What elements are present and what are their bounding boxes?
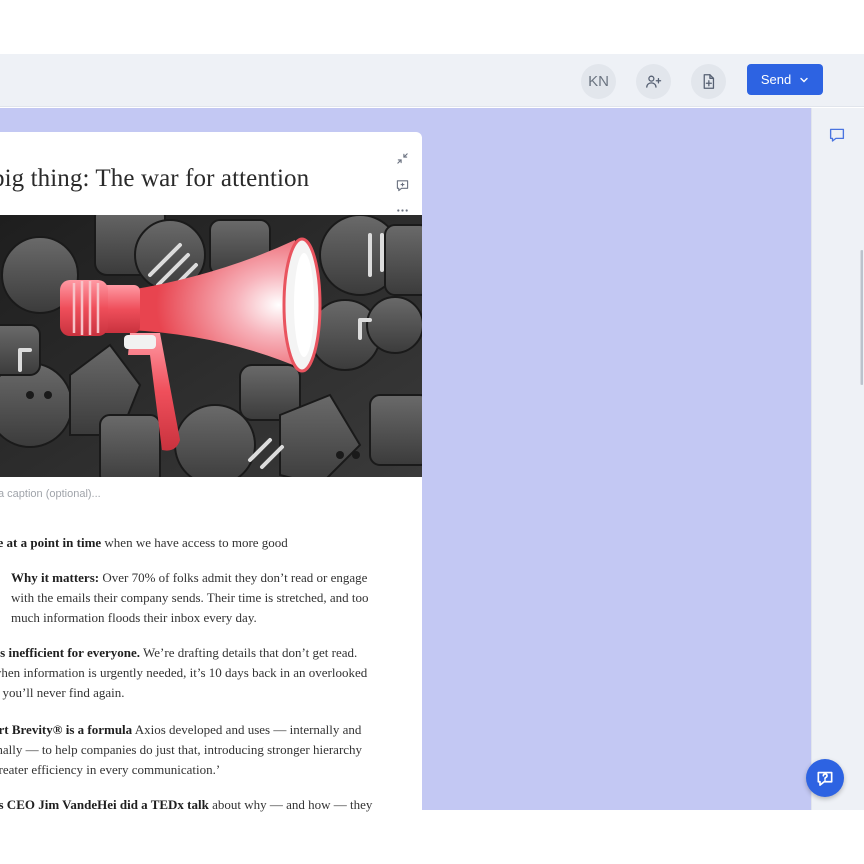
bold-lead: art Brevity® is a formula	[0, 722, 133, 737]
body-text: much information floods their inbox ever…	[11, 610, 257, 625]
collapse-icon	[396, 152, 408, 164]
body-text: We’re drafting details that don’t get re…	[140, 645, 358, 660]
body-text: greater efficiency in every communicatio…	[0, 762, 221, 777]
avatar-initials: KN	[588, 73, 609, 90]
paragraph-line: re at a point in time when we have acces…	[0, 533, 288, 553]
add-doc-icon	[703, 74, 715, 89]
paragraph[interactable]: Why it matters: Over 70% of folks admit …	[11, 568, 369, 628]
add-document-button[interactable]	[691, 64, 726, 99]
help-button[interactable]	[806, 759, 844, 797]
add-comment-icon	[396, 179, 408, 191]
send-label: Send	[760, 72, 792, 87]
body-text: about why — and how — they	[208, 797, 373, 812]
body-text: Axios developed and uses — internally an…	[132, 722, 362, 737]
right-sidebar	[811, 108, 864, 810]
bold-lead: Why it matters:	[11, 570, 100, 585]
paragraph-line: when information is urgently needed, it’…	[0, 663, 367, 683]
user-avatar[interactable]: KN	[581, 64, 616, 99]
body-text: Over 70% of folks admit they don’t read …	[99, 570, 368, 585]
paragraph[interactable]: t’s inefficient for everyone. We’re draf…	[0, 643, 367, 703]
hero-image[interactable]	[0, 215, 422, 477]
bold-lead: t’s inefficient for everyone.	[0, 645, 141, 660]
body-text: when we have access to more good	[101, 535, 288, 550]
bold-lead: os CEO Jim VandeHei did a TEDx talk	[0, 797, 209, 812]
paragraph[interactable]: os CEO Jim VandeHei did a TEDx talk abou…	[0, 795, 372, 815]
document-title[interactable]: big thing: The war for attention	[0, 165, 309, 193]
paragraph-line: Why it matters: Over 70% of folks admit …	[11, 568, 369, 588]
body-text: il you’ll never find again.	[0, 685, 125, 700]
add-user-icon	[646, 75, 662, 88]
top-toolbar: KN	[0, 54, 864, 107]
comment-icon[interactable]	[828, 126, 846, 144]
paragraph-line: il you’ll never find again.	[0, 683, 367, 703]
add-comment-button[interactable]	[392, 177, 412, 193]
body-text: rnally — to help companies do just that,…	[0, 742, 363, 757]
paragraph-line: os CEO Jim VandeHei did a TEDx talk abou…	[0, 795, 372, 815]
bold-lead: re at a point in time	[0, 535, 102, 550]
collapse-button[interactable]	[392, 150, 412, 166]
scrollbar-thumb[interactable]	[861, 250, 863, 385]
body-text: when information is urgently needed, it’…	[0, 665, 368, 680]
paragraph-line: t’s inefficient for everyone. We’re draf…	[0, 643, 367, 663]
paragraph-line: art Brevity® is a formula Axios develope…	[0, 720, 362, 740]
paragraph-line: rnally — to help companies do just that,…	[0, 740, 362, 760]
add-user-button[interactable]	[636, 64, 671, 99]
paragraph-line: with the emails their company sends. The…	[11, 588, 369, 608]
body-text: with the emails their company sends. The…	[11, 590, 369, 605]
paragraph-line: much information floods their inbox ever…	[11, 608, 369, 628]
paragraph-line: greater efficiency in every communicatio…	[0, 760, 362, 780]
paragraph[interactable]: art Brevity® is a formula Axios develope…	[0, 720, 362, 780]
chevron-down-icon	[800, 77, 808, 83]
caption-input[interactable]: a caption (optional)...	[0, 488, 101, 500]
send-button[interactable]: Send	[747, 64, 823, 95]
help-icon	[817, 771, 833, 786]
paragraph[interactable]: re at a point in time when we have acces…	[0, 533, 288, 553]
megaphone-illustration	[0, 215, 422, 477]
